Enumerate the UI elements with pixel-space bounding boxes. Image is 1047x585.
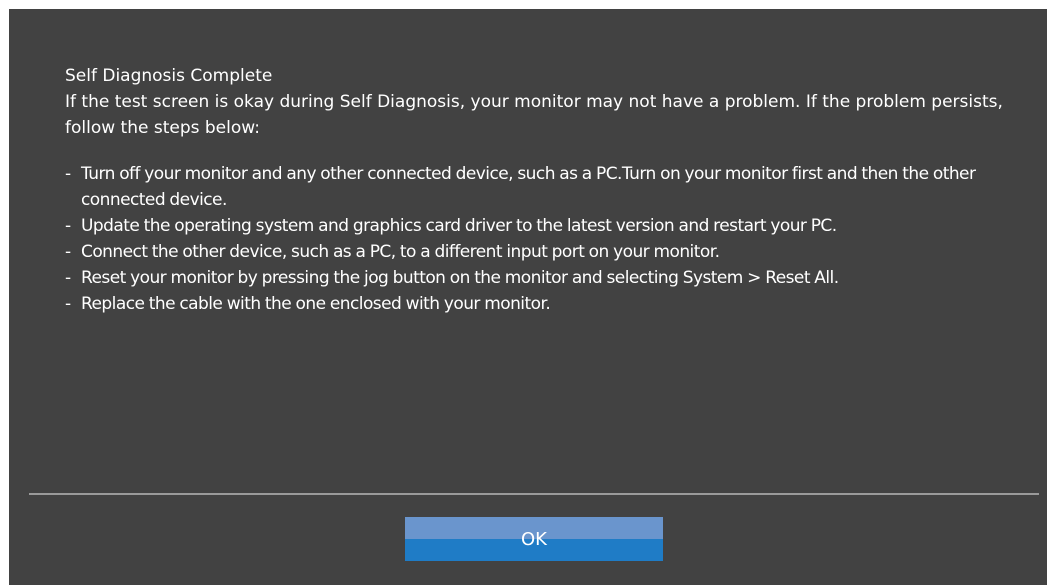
troubleshooting-steps-list: - Turn off your monitor and any other con… xyxy=(65,161,1025,317)
ok-button[interactable]: OK xyxy=(405,517,663,561)
step-text: Turn off your monitor and any other conn… xyxy=(81,164,976,210)
self-diagnosis-dialog: Self Diagnosis Complete If the test scre… xyxy=(9,9,1047,585)
dialog-divider xyxy=(29,493,1039,495)
step-text: Reset your monitor by pressing the jog b… xyxy=(81,268,839,288)
step-text: Connect the other device, such as a PC, … xyxy=(81,242,720,262)
step-item: - Turn off your monitor and any other con… xyxy=(65,164,976,210)
step-text: Update the operating system and graphics… xyxy=(81,216,837,236)
step-item: - Replace the cable with the one enclosed… xyxy=(65,294,551,314)
dialog-content: Self Diagnosis Complete If the test scre… xyxy=(65,63,1025,317)
step-item: - Update the operating system and graphic… xyxy=(65,216,837,236)
dialog-intro-text: If the test screen is okay during Self D… xyxy=(65,92,1003,138)
step-item: - Connect the other device, such as a PC,… xyxy=(65,242,720,262)
step-text: Replace the cable with the one enclosed … xyxy=(81,294,551,314)
step-item: - Reset your monitor by pressing the jog … xyxy=(65,268,839,288)
dialog-title: Self Diagnosis Complete xyxy=(65,66,273,86)
